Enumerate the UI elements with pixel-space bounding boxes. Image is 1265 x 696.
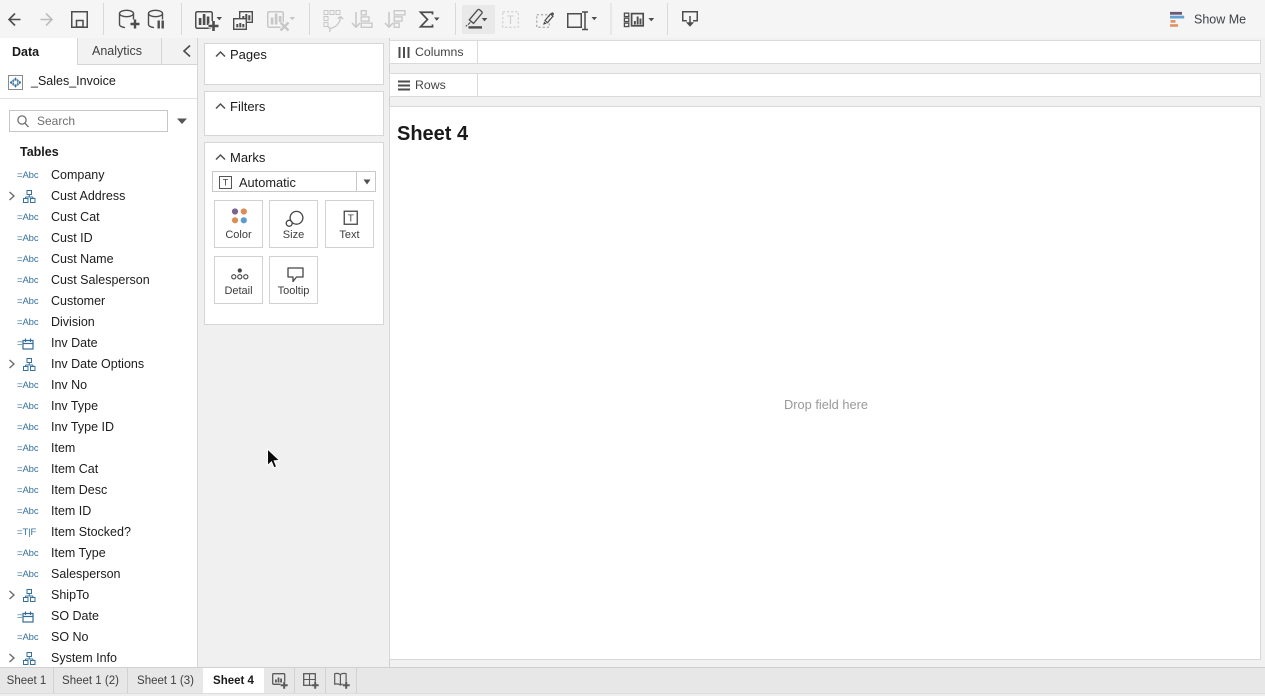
svg-text:T: T — [507, 13, 515, 27]
svg-text:T: T — [223, 178, 229, 188]
svg-text:T: T — [348, 214, 354, 225]
svg-text:Show Me: Show Me — [1194, 13, 1246, 27]
